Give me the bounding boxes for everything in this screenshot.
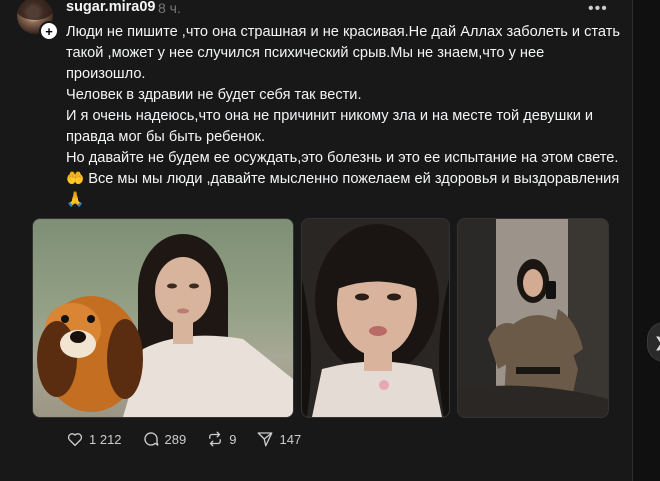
like-button[interactable]: 1 212 xyxy=(66,430,122,448)
photo-closeup-face[interactable] xyxy=(301,218,450,418)
post-timestamp[interactable]: 8 ч. xyxy=(158,0,181,16)
comment-count: 289 xyxy=(164,431,187,447)
post-text-line: Люди не пишите ,что она страшная и не кр… xyxy=(66,24,621,82)
send-icon xyxy=(258,432,273,447)
photo-1-art xyxy=(37,234,293,417)
photo-mirror-selfie[interactable] xyxy=(457,218,609,418)
avatar-container[interactable]: + xyxy=(17,0,59,41)
comment-icon xyxy=(143,432,158,446)
share-button[interactable]: 147 xyxy=(256,430,301,448)
post-username[interactable]: sugar.mira09 xyxy=(66,0,155,15)
chevron-right-icon: ❯ xyxy=(654,334,660,351)
post-card: + sugar.mira09 8 ч. ••• Люди не пишите ,… xyxy=(0,0,633,481)
like-count: 1 212 xyxy=(89,431,122,447)
heart-icon xyxy=(67,433,83,447)
post-text-line: И я очень надеюсь,что она не причинит ни… xyxy=(66,108,594,145)
follow-plus-icon[interactable]: + xyxy=(39,21,59,41)
photo-2-art xyxy=(302,219,449,417)
photo-selfie-with-plush-dog[interactable] xyxy=(32,218,294,418)
repost-button[interactable]: 9 xyxy=(206,430,236,448)
comment-button[interactable]: 289 xyxy=(142,430,187,448)
post-text-line: Но давайте не будем ее осуждать,это боле… xyxy=(66,150,620,208)
repost-count: 9 xyxy=(229,431,237,447)
share-count: 147 xyxy=(279,431,302,447)
more-icon[interactable]: ••• xyxy=(588,0,608,18)
post-text: Люди не пишите ,что она страшная и не кр… xyxy=(66,22,626,211)
post-actions: 1 212 289 9 147 xyxy=(66,430,321,448)
photo-3-art xyxy=(458,219,608,417)
repost-icon xyxy=(209,431,222,447)
post-text-line: Человек в здравии не будет себя так вест… xyxy=(66,87,362,103)
